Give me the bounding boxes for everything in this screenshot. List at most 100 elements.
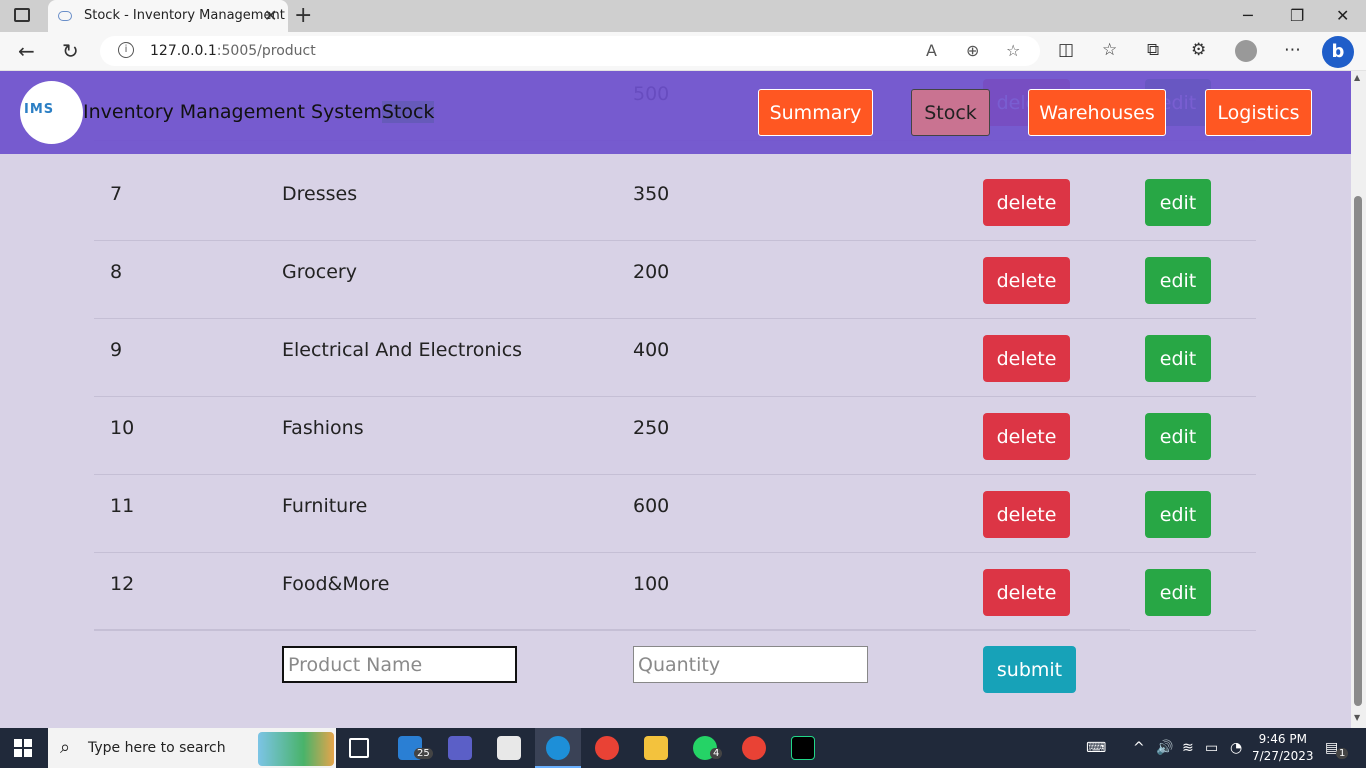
volume-icon[interactable]: 🔊 — [1156, 740, 1173, 756]
table-row: 8 Grocery 200 delete edit — [94, 241, 1256, 319]
tab-close-icon[interactable]: ✕ — [264, 6, 277, 25]
refresh-icon[interactable]: ↻ — [62, 39, 79, 63]
edit-button[interactable]: edit — [1145, 179, 1211, 226]
delete-button[interactable]: delete — [983, 257, 1070, 304]
edit-button[interactable]: edit — [1145, 491, 1211, 538]
windows-start-icon[interactable] — [14, 739, 32, 757]
nav-summary-button[interactable]: Summary — [758, 89, 873, 136]
cell-name: Electrical And Electronics — [282, 339, 523, 361]
bing-icon[interactable]: b — [1322, 36, 1354, 68]
extensions-icon[interactable]: ⚙ — [1191, 40, 1206, 60]
cell-quantity: 100 — [633, 573, 670, 595]
search-highlight-image — [258, 732, 334, 766]
submit-button[interactable]: submit — [983, 646, 1076, 693]
wifi-icon[interactable]: ≋ — [1182, 740, 1194, 756]
file-explorer-icon[interactable] — [644, 736, 668, 760]
quantity-input[interactable] — [633, 646, 868, 683]
restore-icon[interactable]: ❐ — [1290, 6, 1304, 25]
cell-id: 12 — [110, 573, 135, 595]
browser-tab[interactable]: Stock - Inventory Management ✕ — [48, 0, 288, 32]
new-tab-icon[interactable]: + — [294, 3, 312, 28]
browser-toolbar: ← ↻ i 127.0.0.1:5005/product A ⊕ ☆ ◫ ☆ ⧉… — [0, 32, 1366, 71]
zoom-icon[interactable]: ⊕ — [966, 41, 979, 60]
search-placeholder: Type here to search — [88, 740, 226, 756]
cell-quantity: 400 — [633, 339, 670, 361]
tray-chevron-icon[interactable]: ^ — [1133, 740, 1145, 756]
nav-warehouses-button[interactable]: Warehouses — [1028, 89, 1166, 136]
cell-id: 11 — [110, 495, 135, 517]
nav-logistics-button[interactable]: Logistics — [1205, 89, 1312, 136]
edit-button[interactable]: edit — [1145, 257, 1211, 304]
cell-name: Grocery — [282, 261, 357, 283]
logo-text: IMS — [24, 102, 55, 117]
collections-icon[interactable]: ⧉ — [1147, 40, 1159, 60]
nav-stock-button[interactable]: Stock — [911, 89, 990, 136]
scroll-down-icon[interactable]: ▼ — [1354, 713, 1360, 722]
tab-favicon-icon — [58, 11, 72, 21]
tab-title: Stock - Inventory Management — [84, 8, 285, 23]
favorites-icon[interactable]: ☆ — [1102, 40, 1117, 60]
page-viewport: 500 delete edit 7 Dresses 350 delete edi… — [0, 71, 1351, 728]
delete-button[interactable]: delete — [983, 491, 1070, 538]
more-menu-icon[interactable]: ⋯ — [1284, 40, 1301, 60]
chrome-profile-icon[interactable] — [742, 736, 766, 760]
delete-button[interactable]: delete — [983, 569, 1070, 616]
whatsapp-badge: 4 — [710, 748, 723, 759]
table-row: 7 Dresses 350 delete edit — [94, 163, 1256, 241]
read-aloud-icon[interactable]: A — [926, 41, 937, 60]
cell-quantity: 350 — [633, 183, 670, 205]
browser-tab-bar: Stock - Inventory Management ✕ + ─ ❐ ✕ — [0, 0, 1366, 32]
teams-icon[interactable] — [448, 736, 472, 760]
battery-icon[interactable]: ▭ — [1205, 740, 1218, 756]
table-row: 10 Fashions 250 delete edit — [94, 397, 1256, 475]
edit-button[interactable]: edit — [1145, 335, 1211, 382]
pycharm-icon[interactable] — [791, 736, 815, 760]
page-scrollbar[interactable]: ▲ ▼ — [1351, 71, 1366, 728]
cell-name: Food&More — [282, 573, 390, 595]
app-header: IMS Inventory Management SystemStock Sum… — [0, 71, 1351, 154]
brand-title[interactable]: Inventory Management SystemStock — [83, 101, 435, 123]
close-window-icon[interactable]: ✕ — [1336, 6, 1349, 25]
delete-button[interactable]: delete — [983, 179, 1070, 226]
site-info-icon[interactable]: i — [118, 42, 134, 58]
store-icon[interactable] — [497, 736, 521, 760]
clock-date: 7/27/2023 — [1252, 749, 1314, 763]
cell-id: 10 — [110, 417, 135, 439]
add-product-form: submit — [94, 629, 1130, 719]
cell-name: Furniture — [282, 495, 368, 517]
cell-quantity: 250 — [633, 417, 670, 439]
tab-actions-icon[interactable] — [14, 8, 30, 22]
favorite-star-icon[interactable]: ☆ — [1006, 41, 1020, 60]
address-bar[interactable]: i 127.0.0.1:5005/product A ⊕ ☆ — [100, 36, 1040, 66]
task-view-icon[interactable] — [349, 738, 369, 758]
notification-badge: 1 — [1336, 748, 1349, 759]
minimize-icon[interactable]: ─ — [1243, 6, 1253, 25]
url-text[interactable]: 127.0.0.1:5005/product — [150, 43, 316, 59]
windows-taskbar: ⌕ Type here to search 25 4 ⌨ ^ 🔊 ≋ ▭ ◔ 9… — [0, 728, 1366, 768]
edit-button[interactable]: edit — [1145, 569, 1211, 616]
product-name-input[interactable] — [282, 646, 517, 683]
chrome-icon[interactable] — [595, 736, 619, 760]
ims-logo[interactable]: IMS — [20, 81, 83, 144]
profile-avatar[interactable] — [1235, 40, 1257, 62]
back-icon[interactable]: ← — [18, 39, 35, 63]
taskbar-clock[interactable]: 9:46 PM 7/27/2023 — [1252, 731, 1314, 765]
keyboard-icon[interactable]: ⌨ — [1086, 740, 1106, 756]
delete-button[interactable]: delete — [983, 413, 1070, 460]
cell-quantity: 600 — [633, 495, 670, 517]
scroll-up-icon[interactable]: ▲ — [1354, 73, 1360, 82]
meet-icon[interactable]: ◔ — [1230, 740, 1242, 756]
edit-button[interactable]: edit — [1145, 413, 1211, 460]
clock-time: 9:46 PM — [1258, 732, 1307, 746]
taskbar-search[interactable]: ⌕ Type here to search — [48, 728, 336, 768]
cell-name: Dresses — [282, 183, 358, 205]
table-row: 9 Electrical And Electronics 400 delete … — [94, 319, 1256, 397]
cell-quantity: 200 — [633, 261, 670, 283]
search-icon: ⌕ — [60, 737, 71, 758]
scroll-thumb[interactable] — [1354, 196, 1362, 706]
edge-icon[interactable] — [546, 736, 570, 760]
cell-id: 8 — [110, 261, 123, 283]
table-row: 12 Food&More 100 delete edit — [94, 553, 1256, 631]
delete-button[interactable]: delete — [983, 335, 1070, 382]
split-screen-icon[interactable]: ◫ — [1058, 40, 1074, 60]
